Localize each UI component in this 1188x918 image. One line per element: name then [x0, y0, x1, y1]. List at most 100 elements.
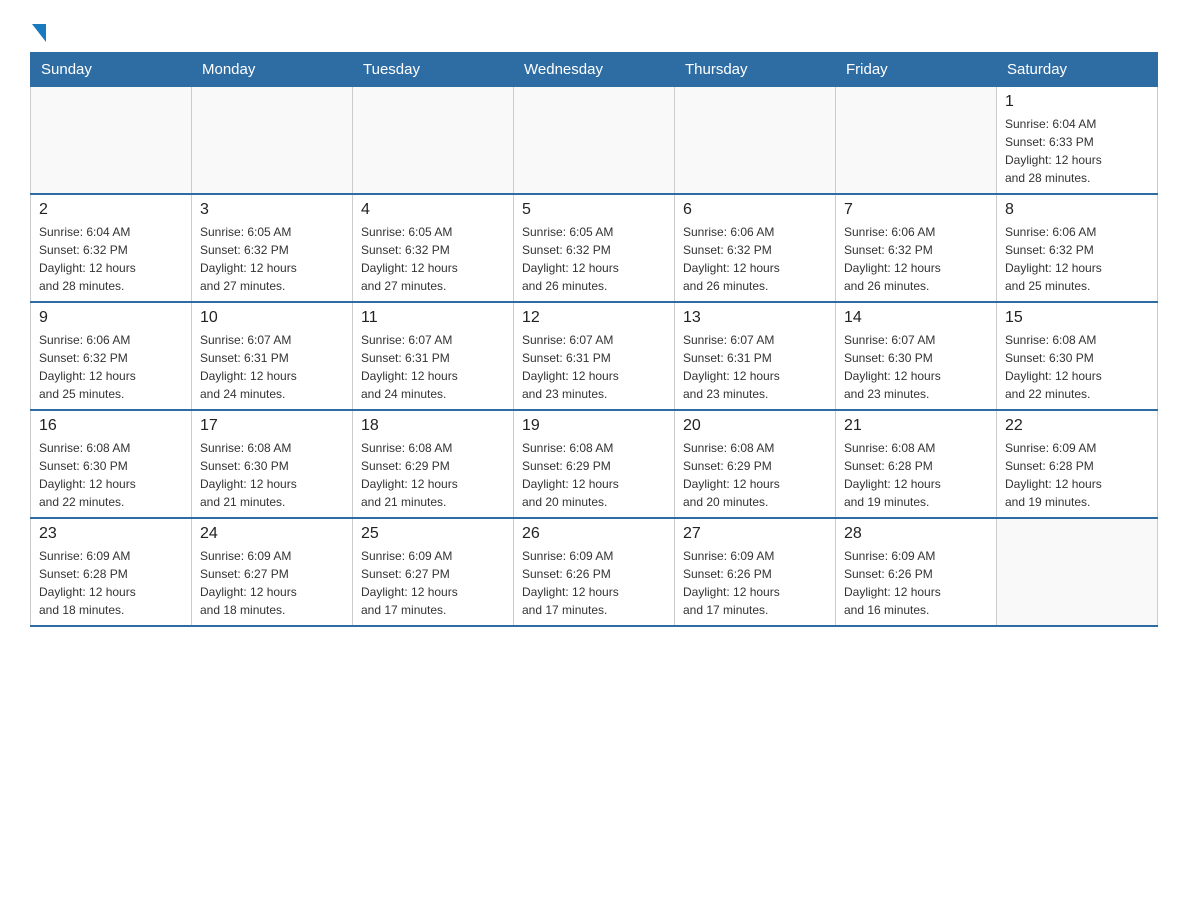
day-info: Sunrise: 6:08 AM Sunset: 6:30 PM Dayligh…	[39, 439, 183, 511]
days-header-row: SundayMondayTuesdayWednesdayThursdayFrid…	[31, 53, 1158, 87]
calendar-cell	[514, 87, 675, 195]
calendar-cell: 8 Sunrise: 6:06 AM Sunset: 6:32 PM Daylig…	[997, 194, 1158, 302]
week-row-0: 1 Sunrise: 6:04 AM Sunset: 6:33 PM Daylig…	[31, 87, 1158, 195]
day-header-friday: Friday	[836, 53, 997, 87]
calendar-cell: 14 Sunrise: 6:07 AM Sunset: 6:30 PM Dayli…	[836, 302, 997, 410]
calendar-body: 1 Sunrise: 6:04 AM Sunset: 6:33 PM Daylig…	[31, 87, 1158, 627]
calendar-cell: 20 Sunrise: 6:08 AM Sunset: 6:29 PM Dayli…	[675, 410, 836, 518]
day-number: 21	[844, 417, 988, 435]
day-info: Sunrise: 6:05 AM Sunset: 6:32 PM Dayligh…	[200, 223, 344, 295]
day-info: Sunrise: 6:09 AM Sunset: 6:28 PM Dayligh…	[39, 547, 183, 619]
day-header-thursday: Thursday	[675, 53, 836, 87]
day-number: 27	[683, 525, 827, 543]
day-number: 28	[844, 525, 988, 543]
calendar-cell: 1 Sunrise: 6:04 AM Sunset: 6:33 PM Daylig…	[997, 87, 1158, 195]
day-info: Sunrise: 6:08 AM Sunset: 6:28 PM Dayligh…	[844, 439, 988, 511]
day-info: Sunrise: 6:05 AM Sunset: 6:32 PM Dayligh…	[361, 223, 505, 295]
calendar-cell: 23 Sunrise: 6:09 AM Sunset: 6:28 PM Dayli…	[31, 518, 192, 626]
calendar-cell: 21 Sunrise: 6:08 AM Sunset: 6:28 PM Dayli…	[836, 410, 997, 518]
calendar-cell: 5 Sunrise: 6:05 AM Sunset: 6:32 PM Daylig…	[514, 194, 675, 302]
day-info: Sunrise: 6:09 AM Sunset: 6:26 PM Dayligh…	[683, 547, 827, 619]
day-info: Sunrise: 6:09 AM Sunset: 6:27 PM Dayligh…	[200, 547, 344, 619]
calendar-cell: 9 Sunrise: 6:06 AM Sunset: 6:32 PM Daylig…	[31, 302, 192, 410]
day-number: 18	[361, 417, 505, 435]
day-info: Sunrise: 6:09 AM Sunset: 6:26 PM Dayligh…	[844, 547, 988, 619]
day-number: 17	[200, 417, 344, 435]
day-number: 20	[683, 417, 827, 435]
calendar-cell	[192, 87, 353, 195]
day-header-saturday: Saturday	[997, 53, 1158, 87]
calendar-cell: 15 Sunrise: 6:08 AM Sunset: 6:30 PM Dayli…	[997, 302, 1158, 410]
day-info: Sunrise: 6:04 AM Sunset: 6:33 PM Dayligh…	[1005, 115, 1149, 187]
day-number: 3	[200, 201, 344, 219]
calendar-cell: 6 Sunrise: 6:06 AM Sunset: 6:32 PM Daylig…	[675, 194, 836, 302]
calendar-cell	[675, 87, 836, 195]
calendar-cell	[997, 518, 1158, 626]
calendar-cell: 16 Sunrise: 6:08 AM Sunset: 6:30 PM Dayli…	[31, 410, 192, 518]
day-number: 13	[683, 309, 827, 327]
day-info: Sunrise: 6:09 AM Sunset: 6:27 PM Dayligh…	[361, 547, 505, 619]
week-row-1: 2Sunrise: 6:04 AM Sunset: 6:32 PM Daylig…	[31, 194, 1158, 302]
calendar-cell: 12 Sunrise: 6:07 AM Sunset: 6:31 PM Dayli…	[514, 302, 675, 410]
calendar-cell: 2Sunrise: 6:04 AM Sunset: 6:32 PM Daylig…	[31, 194, 192, 302]
calendar-cell: 22 Sunrise: 6:09 AM Sunset: 6:28 PM Dayli…	[997, 410, 1158, 518]
day-info: Sunrise: 6:09 AM Sunset: 6:26 PM Dayligh…	[522, 547, 666, 619]
day-number: 19	[522, 417, 666, 435]
calendar-cell: 17 Sunrise: 6:08 AM Sunset: 6:30 PM Dayli…	[192, 410, 353, 518]
day-info: Sunrise: 6:06 AM Sunset: 6:32 PM Dayligh…	[844, 223, 988, 295]
day-info: Sunrise: 6:08 AM Sunset: 6:30 PM Dayligh…	[1005, 331, 1149, 403]
day-info: Sunrise: 6:05 AM Sunset: 6:32 PM Dayligh…	[522, 223, 666, 295]
day-number: 14	[844, 309, 988, 327]
day-info: Sunrise: 6:04 AM Sunset: 6:32 PM Dayligh…	[39, 223, 183, 295]
day-number: 11	[361, 309, 505, 327]
calendar-cell: 10Sunrise: 6:07 AM Sunset: 6:31 PM Dayli…	[192, 302, 353, 410]
calendar-cell: 11 Sunrise: 6:07 AM Sunset: 6:31 PM Dayli…	[353, 302, 514, 410]
calendar-cell: 3 Sunrise: 6:05 AM Sunset: 6:32 PM Daylig…	[192, 194, 353, 302]
calendar-cell	[31, 87, 192, 195]
day-number: 1	[1005, 93, 1149, 111]
calendar-table: SundayMondayTuesdayWednesdayThursdayFrid…	[30, 52, 1158, 627]
day-number: 26	[522, 525, 666, 543]
calendar-cell: 19Sunrise: 6:08 AM Sunset: 6:29 PM Dayli…	[514, 410, 675, 518]
calendar-cell: 25 Sunrise: 6:09 AM Sunset: 6:27 PM Dayli…	[353, 518, 514, 626]
day-info: Sunrise: 6:07 AM Sunset: 6:30 PM Dayligh…	[844, 331, 988, 403]
day-number: 15	[1005, 309, 1149, 327]
calendar-header: SundayMondayTuesdayWednesdayThursdayFrid…	[31, 53, 1158, 87]
logo	[30, 20, 46, 42]
logo-triangle-icon	[32, 24, 46, 42]
calendar-cell: 4 Sunrise: 6:05 AM Sunset: 6:32 PM Daylig…	[353, 194, 514, 302]
day-info: Sunrise: 6:08 AM Sunset: 6:29 PM Dayligh…	[683, 439, 827, 511]
day-number: 9	[39, 309, 183, 327]
week-row-3: 16 Sunrise: 6:08 AM Sunset: 6:30 PM Dayli…	[31, 410, 1158, 518]
calendar-cell	[836, 87, 997, 195]
day-number: 10	[200, 309, 344, 327]
day-number: 16	[39, 417, 183, 435]
day-info: Sunrise: 6:07 AM Sunset: 6:31 PM Dayligh…	[361, 331, 505, 403]
day-number: 7	[844, 201, 988, 219]
day-number: 12	[522, 309, 666, 327]
day-info: Sunrise: 6:06 AM Sunset: 6:32 PM Dayligh…	[1005, 223, 1149, 295]
day-header-wednesday: Wednesday	[514, 53, 675, 87]
day-number: 6	[683, 201, 827, 219]
page-header	[30, 20, 1158, 42]
week-row-2: 9 Sunrise: 6:06 AM Sunset: 6:32 PM Daylig…	[31, 302, 1158, 410]
calendar-cell: 13Sunrise: 6:07 AM Sunset: 6:31 PM Dayli…	[675, 302, 836, 410]
day-info: Sunrise: 6:09 AM Sunset: 6:28 PM Dayligh…	[1005, 439, 1149, 511]
day-info: Sunrise: 6:06 AM Sunset: 6:32 PM Dayligh…	[39, 331, 183, 403]
day-number: 5	[522, 201, 666, 219]
day-info: Sunrise: 6:08 AM Sunset: 6:30 PM Dayligh…	[200, 439, 344, 511]
day-number: 24	[200, 525, 344, 543]
day-info: Sunrise: 6:06 AM Sunset: 6:32 PM Dayligh…	[683, 223, 827, 295]
day-number: 23	[39, 525, 183, 543]
day-header-sunday: Sunday	[31, 53, 192, 87]
day-info: Sunrise: 6:08 AM Sunset: 6:29 PM Dayligh…	[361, 439, 505, 511]
calendar-cell: 28 Sunrise: 6:09 AM Sunset: 6:26 PM Dayli…	[836, 518, 997, 626]
day-number: 22	[1005, 417, 1149, 435]
day-number: 8	[1005, 201, 1149, 219]
week-row-4: 23 Sunrise: 6:09 AM Sunset: 6:28 PM Dayli…	[31, 518, 1158, 626]
calendar-cell: 24 Sunrise: 6:09 AM Sunset: 6:27 PM Dayli…	[192, 518, 353, 626]
day-info: Sunrise: 6:07 AM Sunset: 6:31 PM Dayligh…	[522, 331, 666, 403]
day-number: 4	[361, 201, 505, 219]
day-number: 25	[361, 525, 505, 543]
calendar-cell: 7 Sunrise: 6:06 AM Sunset: 6:32 PM Daylig…	[836, 194, 997, 302]
